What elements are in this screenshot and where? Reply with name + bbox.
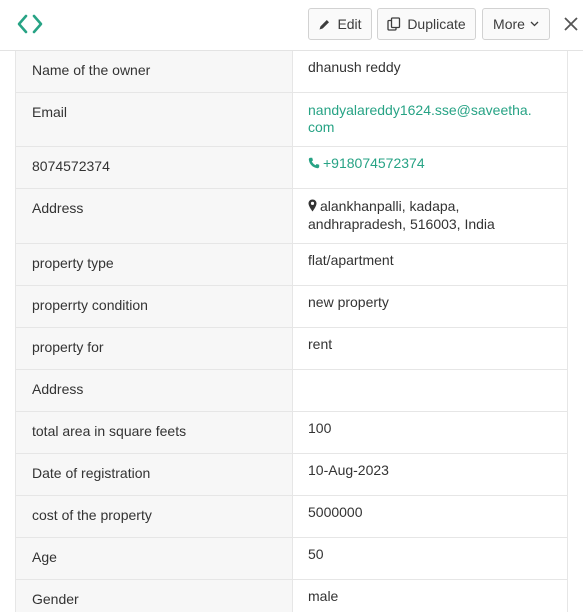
record-details-table: Name of the owner dhanush reddy Email na…: [15, 51, 568, 612]
pencil-icon: [318, 18, 331, 31]
duplicate-icon: [387, 17, 401, 31]
field-label: total area in square feets: [16, 412, 293, 453]
address-value: alankhanpalli, kadapa, andhrapradesh, 51…: [308, 198, 495, 232]
table-row: property for rent: [16, 328, 567, 370]
field-label: cost of the property: [16, 496, 293, 537]
table-row: cost of the property 5000000: [16, 496, 567, 538]
field-label: Address: [16, 189, 293, 243]
duplicate-button-label: Duplicate: [407, 16, 466, 32]
chevron-down-icon: [530, 21, 539, 27]
edit-button-label: Edit: [337, 16, 362, 32]
field-value: male: [308, 588, 339, 604]
close-icon[interactable]: [561, 14, 581, 34]
field-value: 10-Aug-2023: [308, 462, 389, 478]
field-label: Name of the owner: [16, 51, 293, 92]
field-label: properrty condition: [16, 286, 293, 327]
email-link[interactable]: nandyalareddy1624.sse@saveetha.com: [308, 102, 536, 136]
table-row: Name of the owner dhanush reddy: [16, 51, 567, 93]
table-row: Gender male: [16, 580, 567, 612]
more-button[interactable]: More: [482, 8, 550, 40]
table-row: Age 50: [16, 538, 567, 580]
top-toolbar: Edit Duplicate More: [0, 0, 583, 51]
edit-button[interactable]: Edit: [308, 8, 372, 40]
code-brackets-icon[interactable]: [16, 11, 44, 37]
table-row: Email nandyalareddy1624.sse@saveetha.com: [16, 93, 567, 147]
field-value: new property: [308, 294, 389, 310]
field-value: 50: [308, 546, 324, 562]
field-label: Date of registration: [16, 454, 293, 495]
table-row: Address alankhanpalli, kadapa, andhrapra…: [16, 189, 567, 244]
field-label: property for: [16, 328, 293, 369]
table-row: total area in square feets 100: [16, 412, 567, 454]
field-value: 100: [308, 420, 332, 436]
field-label: 8074572374: [16, 147, 293, 188]
field-value: rent: [308, 336, 333, 352]
field-label: property type: [16, 244, 293, 285]
field-value: flat/apartment: [308, 252, 394, 268]
field-value: 5000000: [308, 504, 363, 520]
table-row: 8074572374 +918074572374: [16, 147, 567, 189]
map-pin-icon: [308, 199, 317, 216]
field-value: [293, 370, 567, 411]
table-row: properrty condition new property: [16, 286, 567, 328]
table-row: property type flat/apartment: [16, 244, 567, 286]
more-button-label: More: [493, 16, 525, 32]
field-label: Age: [16, 538, 293, 579]
field-label: Address: [16, 370, 293, 411]
field-value: dhanush reddy: [308, 59, 401, 75]
phone-link[interactable]: +918074572374: [323, 155, 425, 171]
duplicate-button[interactable]: Duplicate: [377, 8, 476, 40]
table-row: Address: [16, 370, 567, 412]
field-label: Email: [16, 93, 293, 146]
field-label: Gender: [16, 580, 293, 612]
phone-icon: [308, 156, 320, 173]
table-row: Date of registration 10-Aug-2023: [16, 454, 567, 496]
